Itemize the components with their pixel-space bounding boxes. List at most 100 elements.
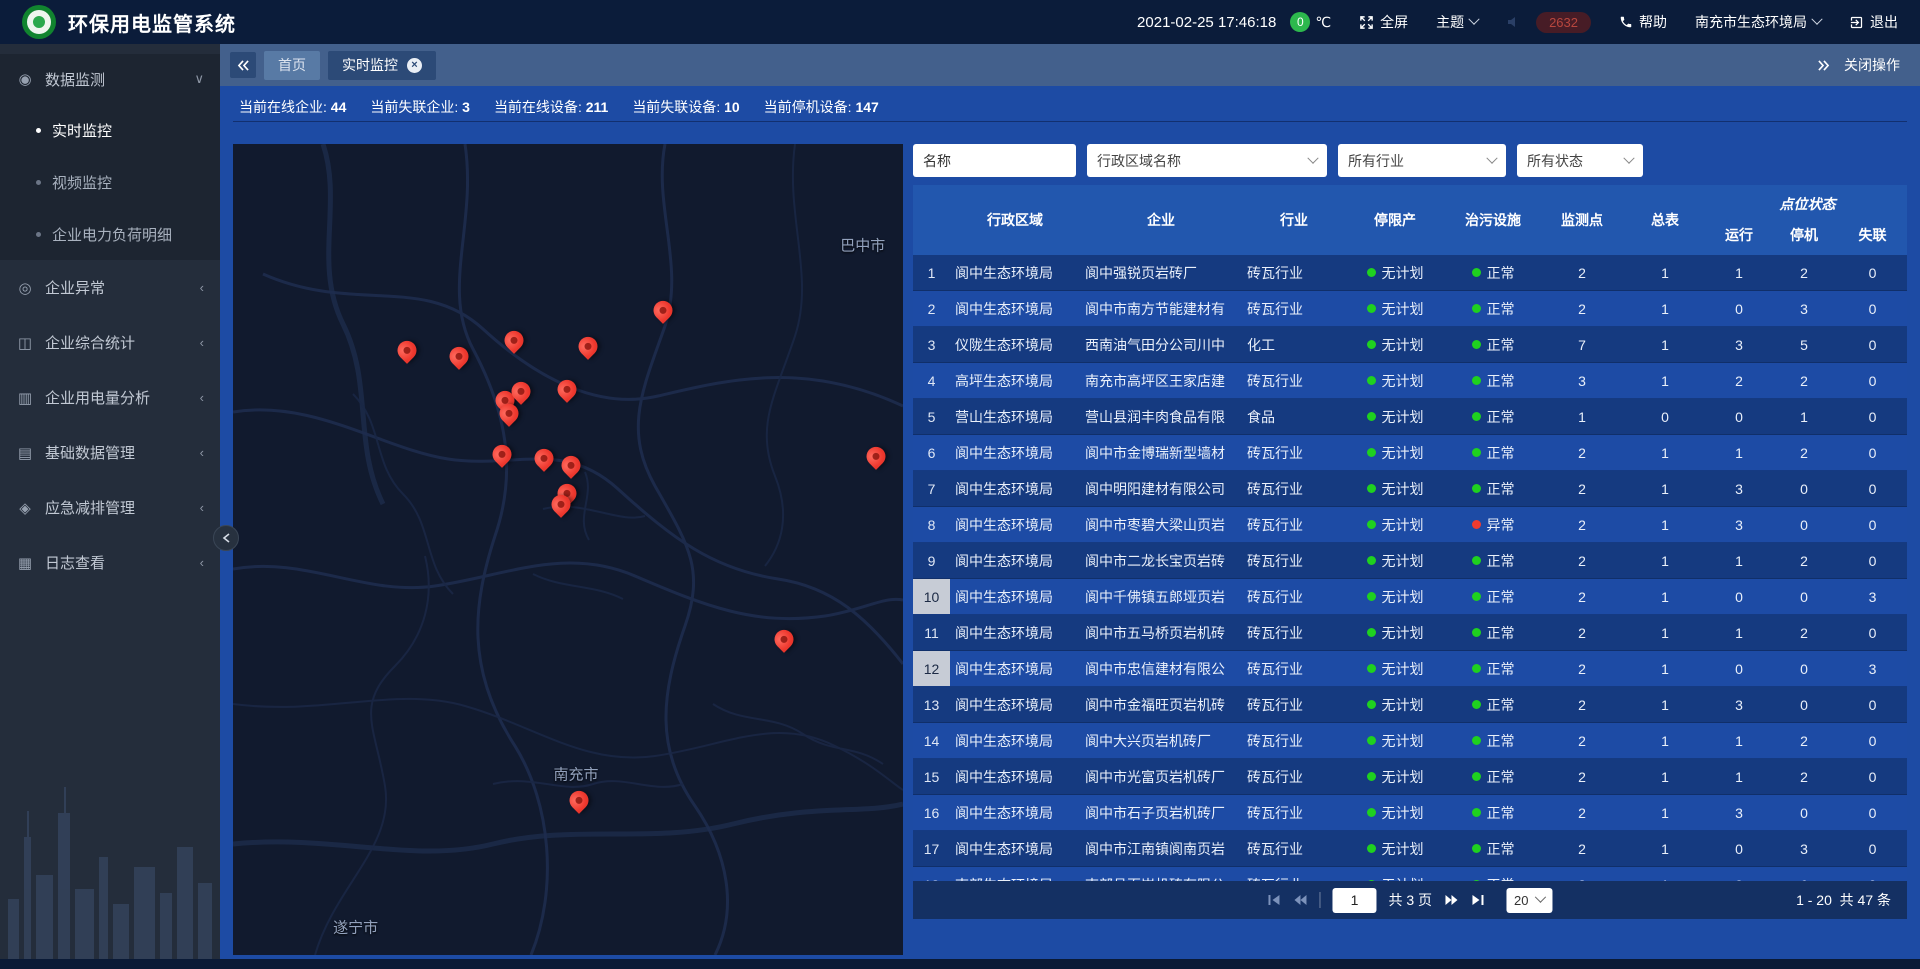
status-filter-select[interactable]: 所有状态 <box>1517 144 1643 177</box>
map-pin-icon[interactable] <box>575 333 602 360</box>
map-pin-icon[interactable] <box>446 343 473 370</box>
page-size-select[interactable]: 20 <box>1506 888 1552 913</box>
map-pin-icon[interactable] <box>863 443 890 470</box>
table-row[interactable]: 16阆中生态环境局阆中市石子页岩机砖厂砖瓦行业无计划正常21300 <box>913 795 1907 831</box>
sidebar-item-base-data-management[interactable]: ▤基础数据管理‹ <box>0 425 220 480</box>
row-region-cell: 高坪生态环境局 <box>950 363 1080 398</box>
sidebar-item-video-monitoring[interactable]: 视频监控 <box>0 156 220 208</box>
status-dot-icon <box>1367 736 1376 745</box>
map-panel[interactable]: 巴中市南充市遂宁市 <box>233 144 903 955</box>
map-pin-icon[interactable] <box>530 445 557 472</box>
status-dot-icon <box>1472 376 1481 385</box>
next-page-button[interactable] <box>1444 894 1458 906</box>
status-dot-icon <box>1472 340 1481 349</box>
status-dot-icon <box>1367 448 1376 457</box>
close-operations-button[interactable]: 关闭操作 <box>1844 55 1900 75</box>
table-row[interactable]: 14阆中生态环境局阆中大兴页岩机砖厂砖瓦行业无计划正常21120 <box>913 723 1907 759</box>
region-filter-select[interactable]: 行政区域名称 <box>1087 144 1327 177</box>
status-dot-icon <box>1472 772 1481 781</box>
row-facility-cell: 异常 <box>1444 507 1542 542</box>
table-row[interactable]: 8阆中生态环境局阆中市枣碧大梁山页岩砖瓦行业无计划异常21300 <box>913 507 1907 543</box>
table-row[interactable]: 4高坪生态环境局南充市高坪区王家店建砖瓦行业无计划正常31220 <box>913 363 1907 399</box>
row-industry-cell: 砖瓦行业 <box>1242 579 1346 614</box>
enterprise-statistics-icon: ◫ <box>16 334 34 352</box>
table-row[interactable]: 10阆中生态环境局阆中千佛镇五郎垭页岩砖瓦行业无计划正常21003 <box>913 579 1907 615</box>
logout-button[interactable]: 退出 <box>1849 12 1898 32</box>
table-row[interactable]: 11阆中生态环境局阆中市五马桥页岩机砖砖瓦行业无计划正常21120 <box>913 615 1907 651</box>
sidebar-item-power-load-detail[interactable]: 企业电力负荷明细 <box>0 208 220 260</box>
table-row[interactable]: 6阆中生态环境局阆中市金博瑞新型墙材砖瓦行业无计划正常21120 <box>913 435 1907 471</box>
last-page-button[interactable] <box>1470 894 1484 906</box>
map-pin-icon[interactable] <box>566 787 593 814</box>
prev-page-button[interactable] <box>1293 894 1307 906</box>
row-stop-cell: 2 <box>1770 615 1838 650</box>
sidebar-item-label: 视频监控 <box>52 172 112 193</box>
table-row[interactable]: 17阆中生态环境局阆中市江南镇阆南页岩砖瓦行业无计划正常21030 <box>913 831 1907 867</box>
sidebar-item-label: 实时监控 <box>52 120 112 141</box>
double-chevron-left-icon <box>237 60 250 71</box>
map-pin-icon[interactable] <box>650 297 677 324</box>
table-row[interactable]: 5营山生态环境局营山县润丰肉食品有限食品无计划正常10010 <box>913 399 1907 435</box>
table-row[interactable]: 15阆中生态环境局阆中市光富页岩机砖厂砖瓦行业无计划正常21120 <box>913 759 1907 795</box>
sidebar-item-realtime-monitoring[interactable]: 实时监控 <box>0 104 220 156</box>
map-pin-icon[interactable] <box>394 337 421 364</box>
table-row[interactable]: 18南部生态环境局南部县页岩机砖有限公砖瓦行业无计划正常21060 <box>913 867 1907 881</box>
map-collapse-button[interactable] <box>213 525 239 551</box>
sidebar-item-label: 企业电力负荷明细 <box>52 224 172 245</box>
map-pin-icon[interactable] <box>771 626 798 653</box>
page-number-input[interactable] <box>1332 888 1376 913</box>
status-dot-icon <box>1472 700 1481 709</box>
map-pin-icon[interactable] <box>558 452 585 479</box>
sidebar-section-base-data-management: ▤基础数据管理‹ <box>0 425 220 480</box>
sidebar-item-enterprise-statistics[interactable]: ◫企业综合统计‹ <box>0 315 220 370</box>
row-limit-cell: 无计划 <box>1346 435 1444 470</box>
row-lost-cell: 0 <box>1838 327 1907 362</box>
theme-dropdown[interactable]: 主题 <box>1436 12 1478 32</box>
tab-close-icon[interactable]: × <box>407 58 422 73</box>
table-row[interactable]: 13阆中生态环境局阆中市金福旺页岩机砖砖瓦行业无计划正常21300 <box>913 687 1907 723</box>
tabs-scroll-right-button[interactable] <box>1817 60 1830 71</box>
row-meters-cell: 1 <box>1622 723 1708 758</box>
map-pin-icon[interactable] <box>501 327 528 354</box>
region-filter-label: 行政区域名称 <box>1097 151 1181 171</box>
row-stop-cell: 2 <box>1770 255 1838 290</box>
row-stop-cell: 0 <box>1770 651 1838 686</box>
row-run-cell: 3 <box>1708 795 1770 830</box>
table-row[interactable]: 1阆中生态环境局阆中强锐页岩砖厂砖瓦行业无计划正常21120 <box>913 255 1907 291</box>
table-row[interactable]: 9阆中生态环境局阆中市二龙长宝页岩砖砖瓦行业无计划正常21120 <box>913 543 1907 579</box>
row-lost-cell: 3 <box>1838 651 1907 686</box>
table-row[interactable]: 2阆中生态环境局阆中市南方节能建材有砖瓦行业无计划正常21030 <box>913 291 1907 327</box>
industry-filter-select[interactable]: 所有行业 <box>1338 144 1506 177</box>
sidebar-item-electricity-analysis[interactable]: ▥企业用电量分析‹ <box>0 370 220 425</box>
tab-realtime-monitoring[interactable]: 实时监控 × <box>328 51 436 80</box>
help-label: 帮助 <box>1639 12 1667 32</box>
row-index-cell: 1 <box>913 255 950 290</box>
row-points-cell: 1 <box>1542 399 1622 434</box>
row-stop-cell: 3 <box>1770 291 1838 326</box>
table-row[interactable]: 7阆中生态环境局阆中明阳建材有限公司砖瓦行业无计划正常21300 <box>913 471 1907 507</box>
row-meters-cell: 1 <box>1622 615 1708 650</box>
row-lost-cell: 0 <box>1838 507 1907 542</box>
help-button[interactable]: 帮助 <box>1619 12 1667 32</box>
sidebar-item-data-monitoring[interactable]: ◉数据监测∨ <box>0 54 220 104</box>
row-limit-cell: 无计划 <box>1346 615 1444 650</box>
row-limit-cell: 无计划 <box>1346 507 1444 542</box>
row-points-cell: 2 <box>1542 435 1622 470</box>
sidebar-item-emergency-reduction[interactable]: ◈应急减排管理‹ <box>0 480 220 535</box>
col-pollution-facility: 治污设施 <box>1444 185 1542 255</box>
app-root: 环保用电监管系统 2021-02-25 17:46:18 0 ℃ 全屏 主题 2… <box>0 0 1920 969</box>
fullscreen-button[interactable]: 全屏 <box>1359 12 1408 32</box>
org-dropdown[interactable]: 南充市生态环境局 <box>1695 12 1821 32</box>
table-row[interactable]: 12阆中生态环境局阆中市忠信建材有限公砖瓦行业无计划正常21003 <box>913 651 1907 687</box>
first-page-button[interactable] <box>1267 894 1281 906</box>
name-filter-input[interactable] <box>913 144 1076 177</box>
sidebar-item-enterprise-abnormal[interactable]: ◎企业异常‹ <box>0 260 220 315</box>
tab-home[interactable]: 首页 <box>264 51 320 80</box>
map-pin-icon[interactable] <box>554 376 581 403</box>
table-row[interactable]: 3仪陇生态环境局西南油气田分公司川中化工无计划正常71350 <box>913 327 1907 363</box>
alarm-count-badge[interactable]: 2632 <box>1536 12 1591 33</box>
map-pin-icon[interactable] <box>489 441 516 468</box>
row-company-cell: 阆中市金博瑞新型墙材 <box>1080 435 1242 470</box>
sidebar-item-log-view[interactable]: ▦日志查看‹ <box>0 535 220 590</box>
tabs-scroll-left-button[interactable] <box>230 52 256 78</box>
